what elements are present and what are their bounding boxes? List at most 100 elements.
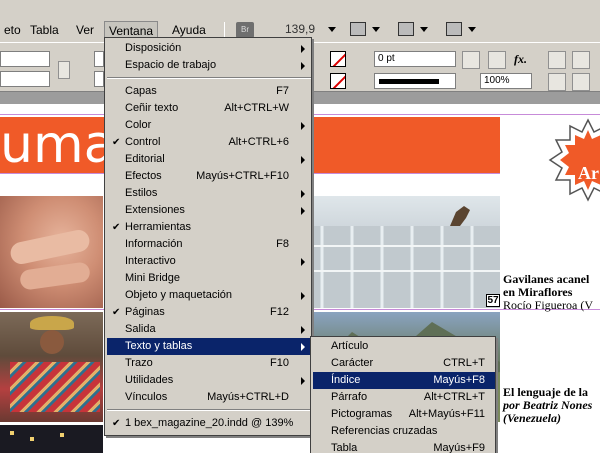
menu-ver[interactable]: Ver xyxy=(72,21,98,39)
menu-item-interactivo[interactable]: Interactivo xyxy=(107,253,311,270)
menu-item-trazo[interactable]: Trazo F10 xyxy=(107,355,311,372)
menu-item-informacion[interactable]: Información F8 xyxy=(107,236,311,253)
menu-item-shortcut: F8 xyxy=(276,238,289,250)
menu-item-label: Párrafo xyxy=(331,391,368,403)
menu-item-label: Objeto y maquetación xyxy=(125,289,233,301)
menu-item-label: Trazo xyxy=(125,357,153,369)
submenu-arrow-icon xyxy=(301,258,305,266)
menu-item-efectos[interactable]: Efectos Mayús+CTRL+F10 xyxy=(107,168,311,185)
zoom-dropdown-icon[interactable] xyxy=(328,27,336,32)
menu-item-label: Herramientas xyxy=(125,221,192,233)
fill-none-icon[interactable] xyxy=(330,51,346,67)
menu-item-label: Utilidades xyxy=(125,374,174,386)
scale-field[interactable]: 100% xyxy=(480,73,532,89)
submenu-arrow-icon xyxy=(301,122,305,130)
submenu-arrow-icon xyxy=(301,343,305,351)
menu-item-mini-bridge[interactable]: Mini Bridge xyxy=(107,270,311,287)
photo-night-city[interactable] xyxy=(0,425,103,453)
ventana-menu: Disposición Espacio de trabajo Capas F7 … xyxy=(104,37,312,436)
menu-item-label: Mini Bridge xyxy=(125,272,181,284)
menu-item-label: Referencias cruzadas xyxy=(331,425,438,437)
shear-field[interactable] xyxy=(94,71,104,87)
align-left-icon[interactable] xyxy=(548,51,566,69)
checkmark-icon: ✔ xyxy=(112,418,121,429)
bridge-button[interactable]: Br xyxy=(236,22,254,38)
face-shape xyxy=(40,330,64,354)
submenu-item-caracter[interactable]: Carácter CTRL+T xyxy=(313,355,495,372)
arrange-dropdown-icon[interactable] xyxy=(468,27,476,32)
menu-item-label: Efectos xyxy=(125,170,162,182)
photo-building-hawk[interactable] xyxy=(312,196,500,308)
submenu-arrow-icon xyxy=(301,156,305,164)
menu-item-open-document[interactable]: ✔ 1 bex_magazine_20.indd @ 139% xyxy=(107,415,311,432)
submenu-item-indice[interactable]: Índice Mayús+F8 xyxy=(313,372,495,389)
arrange-documents-icon[interactable] xyxy=(446,22,462,36)
align-center-icon[interactable] xyxy=(572,51,590,69)
zoom-level[interactable]: 139,9 xyxy=(285,22,315,36)
menu-item-cenir-texto[interactable]: Ceñir texto Alt+CTRL+W xyxy=(107,100,311,117)
ref-x-field[interactable] xyxy=(0,51,50,67)
menu-item-label: Espacio de trabajo xyxy=(125,59,217,71)
submenu-arrow-icon xyxy=(301,190,305,198)
submenu-arrow-icon xyxy=(301,326,305,334)
photo-woman[interactable] xyxy=(0,312,103,422)
menu-item-herramientas[interactable]: ✔ Herramientas xyxy=(107,219,311,236)
menu-item-label: 1 bex_magazine_20.indd @ 139% xyxy=(125,417,294,429)
screen-mode-icon[interactable] xyxy=(398,22,414,36)
submenu-item-tabla[interactable]: Tabla Mayús+F9 xyxy=(313,440,495,453)
submenu-item-pictogramas[interactable]: Pictogramas Alt+Mayús+F11 xyxy=(313,406,495,423)
menu-item-extensiones[interactable]: Extensiones xyxy=(107,202,311,219)
menu-item-label: Tabla xyxy=(331,442,358,453)
menu-item-label: Vínculos xyxy=(125,391,168,403)
menu-separator xyxy=(107,409,311,411)
menu-item-label: Color xyxy=(125,119,152,131)
menu-item-label: Extensiones xyxy=(125,204,185,216)
distribute-icon[interactable] xyxy=(548,73,566,91)
ref-y-field[interactable] xyxy=(0,71,50,87)
constrain-link-icon[interactable] xyxy=(58,61,70,79)
menu-item-capas[interactable]: Capas F7 xyxy=(107,83,311,100)
view-options-icon[interactable] xyxy=(350,22,366,36)
stroke-weight-field[interactable]: 0 pt xyxy=(374,51,456,67)
article-author-1: Rocío Figueroa (V xyxy=(503,298,593,312)
menu-item-estilos[interactable]: Estilos xyxy=(107,185,311,202)
menu-item-espacio-trabajo[interactable]: Espacio de trabajo xyxy=(107,57,311,74)
submenu-item-articulo[interactable]: Artículo xyxy=(313,338,495,355)
menu-tabla[interactable]: Tabla xyxy=(26,21,63,39)
menu-item-color[interactable]: Color xyxy=(107,117,311,134)
menu-item-disposicion[interactable]: Disposición xyxy=(107,40,311,57)
light-dot xyxy=(30,437,34,441)
menu-item-paginas[interactable]: ✔ Páginas F12 xyxy=(107,304,311,321)
menu-item-utilidades[interactable]: Utilidades xyxy=(107,372,311,389)
texto-tablas-submenu: Artículo Carácter CTRL+T Índice Mayús+F8… xyxy=(310,336,496,453)
menu-item-shortcut: F12 xyxy=(270,306,289,318)
menu-item-label: Páginas xyxy=(125,306,165,318)
menu-item-label: Control xyxy=(125,136,161,148)
stroke-type-field[interactable] xyxy=(374,73,456,89)
menu-item-vinculos[interactable]: Vínculos Mayús+CTRL+D xyxy=(107,389,311,406)
article-country-2: (Venezuela) xyxy=(503,411,561,425)
menu-item-label: Texto y tablas xyxy=(125,340,193,352)
submenu-arrow-icon xyxy=(301,207,305,215)
stroke-none-icon[interactable] xyxy=(330,73,346,89)
menubar-separator xyxy=(224,22,225,38)
menu-objeto[interactable]: eto xyxy=(0,21,25,39)
frame-fit-icon[interactable] xyxy=(572,73,590,91)
effects-panel-icon[interactable] xyxy=(488,51,506,69)
menu-item-texto-tablas[interactable]: Texto y tablas xyxy=(107,338,311,355)
menu-item-editorial[interactable]: Editorial xyxy=(107,151,311,168)
menu-item-salida[interactable]: Salida xyxy=(107,321,311,338)
page-number-box: 57 xyxy=(486,294,500,307)
stroke-type-swatch xyxy=(379,79,439,84)
submenu-item-parrafo[interactable]: Párrafo Alt+CTRL+T xyxy=(313,389,495,406)
drop-shadow-icon[interactable] xyxy=(462,51,480,69)
submenu-item-referencias-cruzadas[interactable]: Referencias cruzadas xyxy=(313,423,495,440)
menu-item-label: Ceñir texto xyxy=(125,102,179,114)
view-options-dropdown-icon[interactable] xyxy=(372,27,380,32)
photo-hands[interactable] xyxy=(0,196,103,308)
menu-item-objeto-maquetacion[interactable]: Objeto y maquetación xyxy=(107,287,311,304)
fx-button[interactable]: fx. xyxy=(514,52,527,67)
rotate-field[interactable] xyxy=(94,51,104,67)
menu-item-control[interactable]: ✔ Control Alt+CTRL+6 xyxy=(107,134,311,151)
screen-mode-dropdown-icon[interactable] xyxy=(420,27,428,32)
